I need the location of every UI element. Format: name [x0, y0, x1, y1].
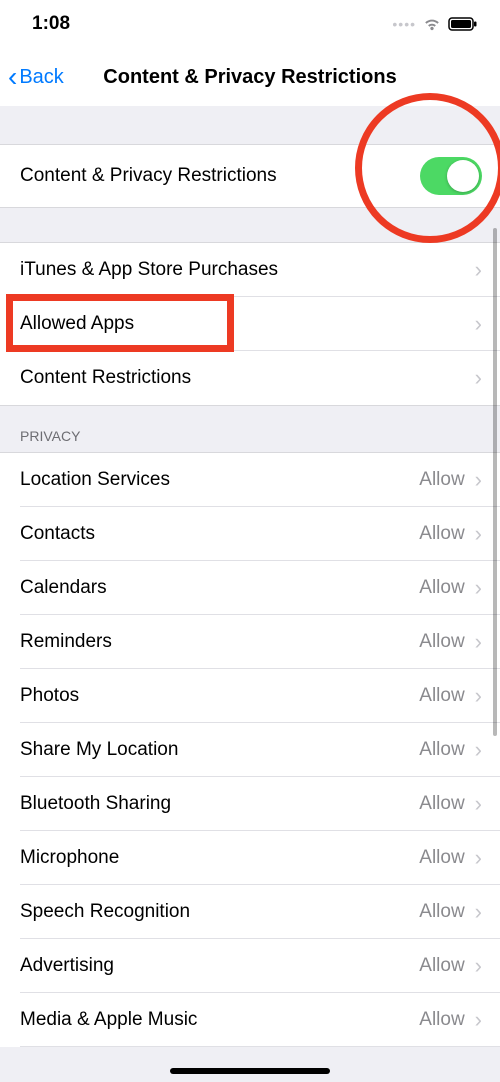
toggle-knob: [447, 160, 479, 192]
content-restrictions-row[interactable]: Content Restrictions ›: [0, 351, 500, 405]
chevron-right-icon: ›: [475, 955, 482, 977]
chevron-right-icon: ›: [475, 793, 482, 815]
row-label: Calendars: [20, 577, 419, 599]
row-label: Location Services: [20, 469, 419, 491]
chevron-right-icon: ›: [475, 739, 482, 761]
chevron-right-icon: ›: [475, 847, 482, 869]
row-value: Allow: [419, 847, 464, 869]
chevron-right-icon: ›: [475, 259, 482, 281]
cellular-dots-icon: ••••: [392, 16, 416, 32]
row-value: Allow: [419, 739, 464, 761]
privacy-group: Location Services Allow › Contacts Allow…: [0, 452, 500, 1047]
status-bar: 1:08 ••••: [0, 0, 500, 48]
privacy-section-header: Privacy: [0, 406, 500, 452]
row-label: Photos: [20, 685, 419, 707]
chevron-right-icon: ›: [475, 313, 482, 335]
page-title: Content & Privacy Restrictions: [0, 66, 500, 89]
row-label: Microphone: [20, 847, 419, 869]
chevron-right-icon: ›: [475, 685, 482, 707]
row-label: Allowed Apps: [20, 313, 475, 335]
back-label: Back: [19, 66, 63, 89]
battery-icon: [448, 17, 478, 31]
photos-row[interactable]: Photos Allow ›: [0, 669, 500, 723]
reminders-row[interactable]: Reminders Allow ›: [0, 615, 500, 669]
row-label: Media & Apple Music: [20, 1009, 419, 1031]
scrollbar[interactable]: [493, 228, 497, 736]
chevron-left-icon: ‹: [8, 63, 17, 91]
row-label: Speech Recognition: [20, 901, 419, 923]
speech-recognition-row[interactable]: Speech Recognition Allow ›: [0, 885, 500, 939]
toggle-label: Content & Privacy Restrictions: [20, 165, 420, 187]
row-label: Reminders: [20, 631, 419, 653]
microphone-row[interactable]: Microphone Allow ›: [0, 831, 500, 885]
row-label: iTunes & App Store Purchases: [20, 259, 475, 281]
chevron-right-icon: ›: [475, 1009, 482, 1031]
location-services-row[interactable]: Location Services Allow ›: [0, 453, 500, 507]
row-value: Allow: [419, 901, 464, 923]
row-value: Allow: [419, 685, 464, 707]
row-value: Allow: [419, 1009, 464, 1031]
settings-group: iTunes & App Store Purchases › Allowed A…: [0, 242, 500, 406]
chevron-right-icon: ›: [475, 901, 482, 923]
row-label: Advertising: [20, 955, 419, 977]
row-value: Allow: [419, 793, 464, 815]
status-right: ••••: [392, 16, 478, 32]
back-button[interactable]: ‹ Back: [8, 63, 64, 91]
calendars-row[interactable]: Calendars Allow ›: [0, 561, 500, 615]
status-time: 1:08: [32, 13, 70, 35]
wifi-icon: [422, 17, 442, 31]
row-label: Content Restrictions: [20, 367, 475, 389]
nav-bar: ‹ Back Content & Privacy Restrictions: [0, 48, 500, 106]
chevron-right-icon: ›: [475, 631, 482, 653]
toggle-switch[interactable]: [420, 157, 482, 195]
bluetooth-sharing-row[interactable]: Bluetooth Sharing Allow ›: [0, 777, 500, 831]
chevron-right-icon: ›: [475, 523, 482, 545]
row-value: Allow: [419, 631, 464, 653]
home-indicator[interactable]: [170, 1068, 330, 1074]
toggle-group: Content & Privacy Restrictions: [0, 144, 500, 208]
row-label: Contacts: [20, 523, 419, 545]
row-value: Allow: [419, 469, 464, 491]
media-apple-music-row[interactable]: Media & Apple Music Allow ›: [0, 993, 500, 1047]
row-value: Allow: [419, 577, 464, 599]
content-privacy-toggle-row[interactable]: Content & Privacy Restrictions: [0, 145, 500, 207]
row-value: Allow: [419, 523, 464, 545]
row-value: Allow: [419, 955, 464, 977]
chevron-right-icon: ›: [475, 577, 482, 599]
chevron-right-icon: ›: [475, 367, 482, 389]
share-my-location-row[interactable]: Share My Location Allow ›: [0, 723, 500, 777]
row-label: Share My Location: [20, 739, 419, 761]
advertising-row[interactable]: Advertising Allow ›: [0, 939, 500, 993]
contacts-row[interactable]: Contacts Allow ›: [0, 507, 500, 561]
itunes-app-store-row[interactable]: iTunes & App Store Purchases ›: [0, 243, 500, 297]
chevron-right-icon: ›: [475, 469, 482, 491]
row-label: Bluetooth Sharing: [20, 793, 419, 815]
allowed-apps-row[interactable]: Allowed Apps ›: [0, 297, 500, 351]
